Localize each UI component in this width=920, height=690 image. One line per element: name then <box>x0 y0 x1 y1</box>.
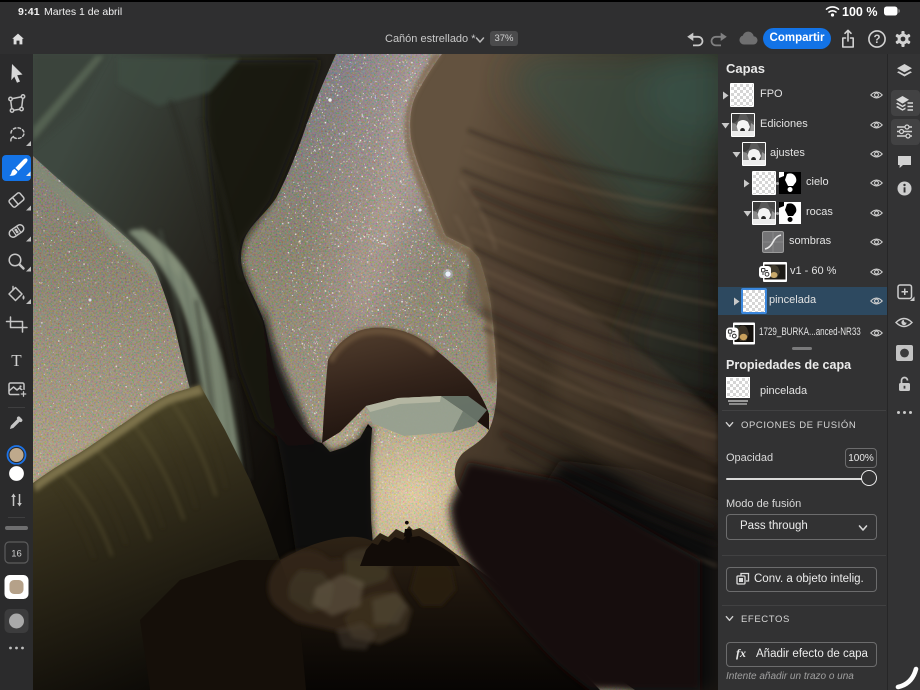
svg-text:T: T <box>11 351 22 370</box>
svg-text:16: 16 <box>11 549 22 560</box>
svg-text:100 %: 100 % <box>842 5 877 18</box>
svg-text:?: ? <box>873 34 880 46</box>
